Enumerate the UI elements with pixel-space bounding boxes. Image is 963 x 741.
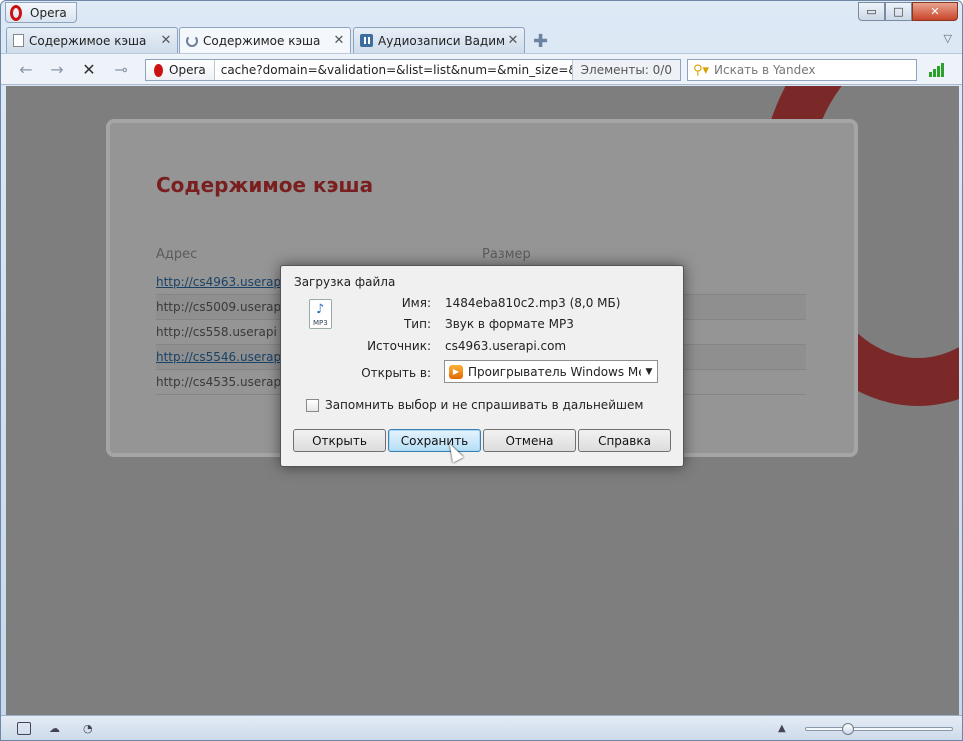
search-placeholder: Искать в Yandex <box>714 63 816 77</box>
tab-label: Аудиозаписи Вадима ... <box>378 33 506 48</box>
name-label: Имя: <box>401 296 431 310</box>
remember-choice-checkbox[interactable] <box>306 399 319 412</box>
close-window-button[interactable]: ✕ <box>912 2 958 21</box>
open-in-label: Открыть в: <box>361 366 431 380</box>
opera-menu-label: Opera <box>30 5 67 20</box>
file-source-value: cs4963.userapi.com <box>445 339 567 353</box>
dropdown-arrow-icon[interactable]: ▼ <box>641 367 657 377</box>
tab-audio[interactable]: Аудиозаписи Вадима ... ✕ <box>353 27 525 53</box>
tab-close-icon[interactable]: ✕ <box>332 33 346 48</box>
badge-label: Opera <box>169 63 206 77</box>
open-in-selected-value: Проигрыватель Windows Media <box>468 364 641 379</box>
url-text[interactable]: cache?domain=&validation=&list=list&num=… <box>215 63 572 77</box>
elements-counter: Элементы: 0/0 <box>571 60 680 80</box>
browser-window: Opera ▭ □ ✕ Содержимое кэша ✕ Содержимое… <box>0 0 963 741</box>
tab-bar: Содержимое кэша ✕ Содержимое кэша ✕ Ауди… <box>1 27 962 53</box>
tab-label: Содержимое кэша <box>29 33 147 48</box>
cloud-icon[interactable]: ☁ <box>49 722 63 735</box>
tab-cache-2[interactable]: Содержимое кэша ✕ <box>179 27 351 53</box>
pause-icon <box>360 34 373 47</box>
zoom-menu-icon[interactable]: ▲ <box>778 723 786 734</box>
mp3-file-icon: ♪ MP3 <box>309 299 332 329</box>
title-bar: Opera ▭ □ ✕ <box>1 1 962 25</box>
status-bar: ☁ ◔ ▲ <box>1 715 962 740</box>
forward-button[interactable]: → <box>46 59 68 79</box>
file-type-value: Звук в формате MP3 <box>445 317 574 331</box>
tab-cache-1[interactable]: Содержимое кэша ✕ <box>6 27 178 53</box>
zoom-slider-knob[interactable] <box>842 723 854 735</box>
cache-link[interactable]: http://cs4963.userap <box>156 275 281 289</box>
column-header-address: Адрес <box>156 247 198 262</box>
opera-logo-icon <box>154 63 163 77</box>
page-icon <box>13 34 24 47</box>
cancel-button[interactable]: Отмена <box>483 429 576 452</box>
windows-media-player-icon: ▶ <box>449 364 463 379</box>
page-title: Содержимое кэша <box>156 173 374 197</box>
cache-address: http://cs5009.userap <box>156 300 282 314</box>
source-label: Источник: <box>367 339 431 353</box>
new-tab-plus-icon[interactable]: ✚ <box>533 31 548 52</box>
tab-close-icon[interactable]: ✕ <box>159 33 173 48</box>
cache-address: http://cs4535.userap <box>156 375 282 389</box>
tab-close-icon[interactable]: ✕ <box>506 33 520 48</box>
navigation-toolbar: ← → ✕ ⊸ Opera cache?domain=&validation=&… <box>1 53 962 85</box>
maximize-button[interactable]: □ <box>885 2 912 21</box>
loading-spinner-icon <box>186 34 198 47</box>
address-bar[interactable]: Opera cache?domain=&validation=&list=lis… <box>145 59 681 81</box>
cache-address: http://cs558.userapi <box>156 325 277 339</box>
stop-button[interactable]: ✕ <box>78 59 100 79</box>
file-name-value: 1484eba810c2.mp3 (8,0 МБ) <box>445 296 621 310</box>
magnifier-icon[interactable]: ⚲▾ <box>688 63 714 78</box>
key-icon[interactable]: ⊸ <box>110 59 132 79</box>
open-in-select[interactable]: ▶ Проигрыватель Windows Media ▼ <box>444 360 658 383</box>
signal-strength-icon <box>929 63 944 77</box>
opera-menu-button[interactable]: Opera <box>5 2 77 23</box>
dialog-title: Загрузка файла <box>294 275 396 289</box>
opera-logo-icon <box>10 4 22 21</box>
tab-menu-chevron-icon[interactable]: ▽ <box>944 32 952 45</box>
help-button[interactable]: Справка <box>578 429 671 452</box>
column-header-size: Размер <box>482 247 531 262</box>
cache-link[interactable]: http://cs5546.userap <box>156 350 281 364</box>
tab-label: Содержимое кэша <box>203 33 321 48</box>
search-field[interactable]: ⚲▾ Искать в Yandex <box>687 59 917 81</box>
type-label: Тип: <box>403 317 431 331</box>
panel-toggle-icon[interactable] <box>17 722 31 735</box>
speed-dial-gauge-icon[interactable]: ◔ <box>83 722 97 735</box>
remember-choice-label[interactable]: Запомнить выбор и не спрашивать в дальне… <box>325 398 643 412</box>
back-button[interactable]: ← <box>15 59 37 79</box>
open-button[interactable]: Открыть <box>293 429 386 452</box>
file-download-dialog: Загрузка файла ♪ MP3 Имя: 1484eba810c2.m… <box>280 265 684 467</box>
minimize-button[interactable]: ▭ <box>858 2 885 21</box>
opera-page-badge[interactable]: Opera <box>146 60 215 80</box>
window-controls: ▭ □ ✕ <box>858 2 958 21</box>
save-button[interactable]: Сохранить <box>388 429 481 452</box>
zoom-slider[interactable] <box>805 723 953 735</box>
